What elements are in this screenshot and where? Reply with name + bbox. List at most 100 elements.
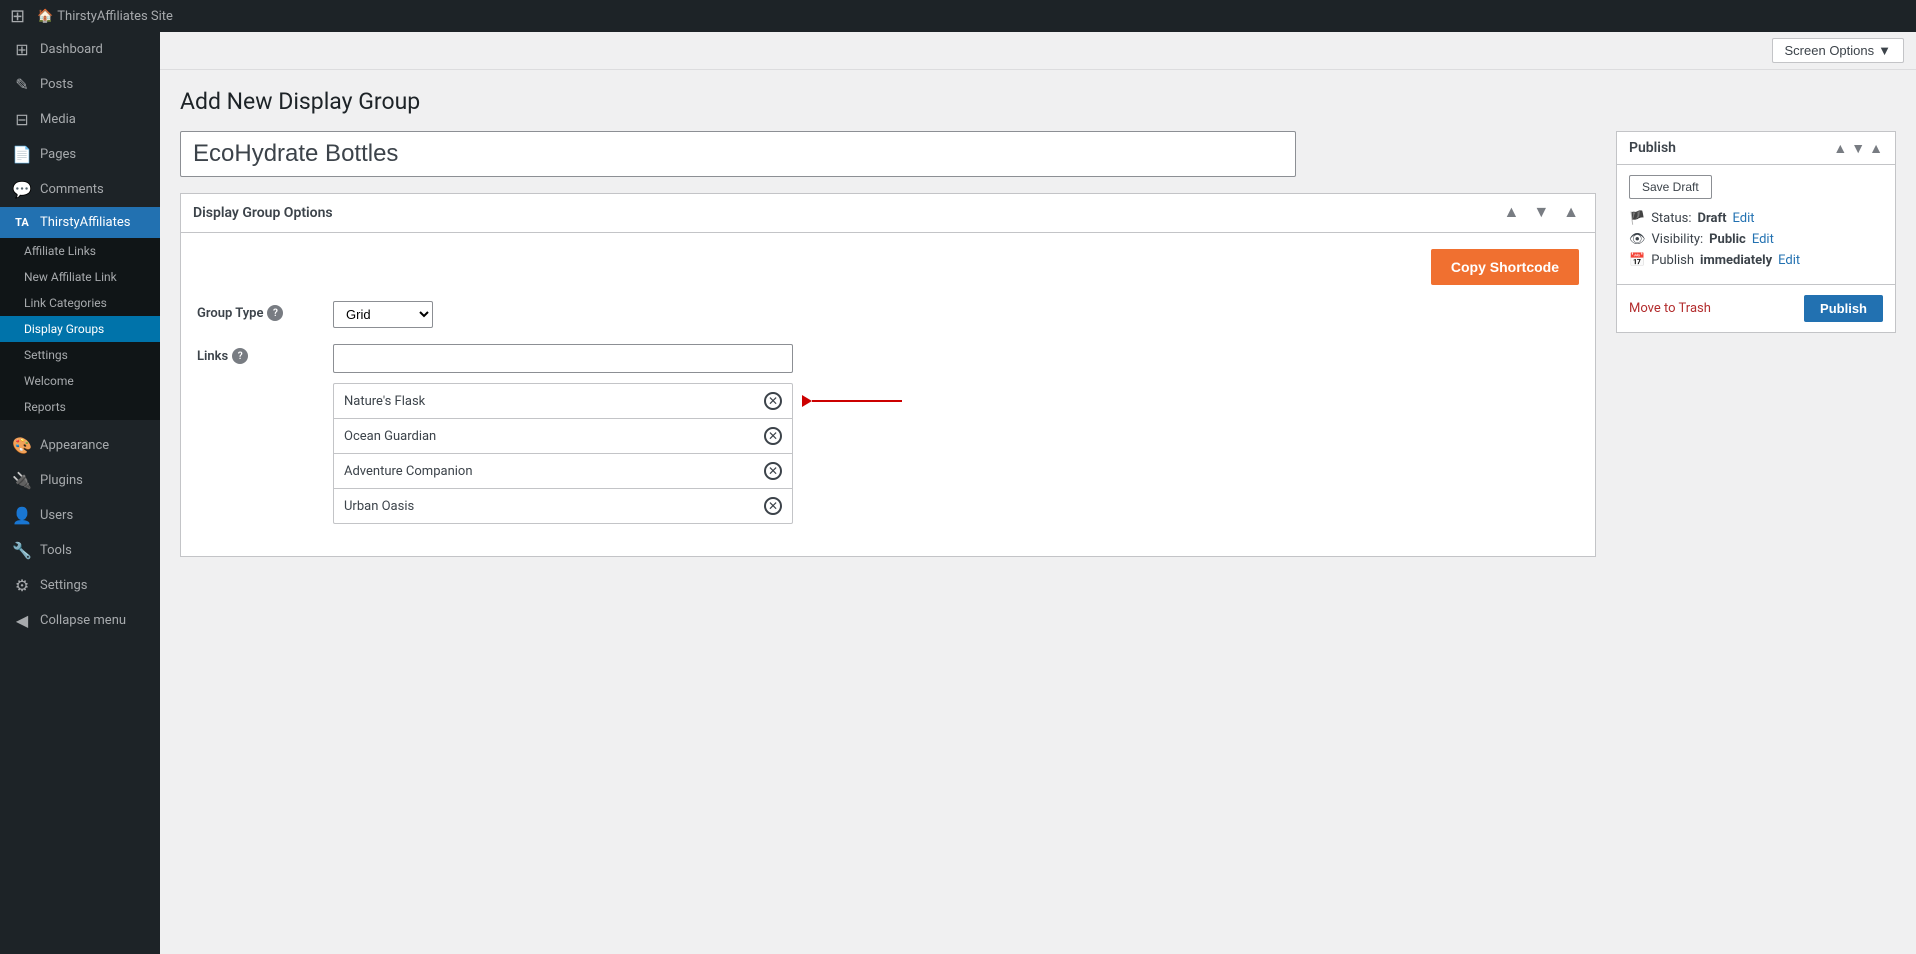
publish-title: Publish (1629, 140, 1676, 156)
sidebar-item-collapse[interactable]: ◀ Collapse menu (0, 603, 160, 638)
screen-options-wrap: Screen Options ▼ (160, 32, 1916, 70)
editor-main: Display Group Options ▲ ▼ ▲ Copy Shortco… (180, 131, 1596, 573)
link-item-remove-button[interactable]: ✕ (764, 462, 782, 480)
visibility-edit-link[interactable]: Edit (1752, 232, 1774, 247)
link-item: Urban Oasis ✕ (333, 488, 793, 524)
tools-icon: 🔧 (12, 541, 32, 560)
remove-icon: ✕ (764, 462, 782, 480)
link-item: Nature's Flask ✕ (333, 383, 793, 419)
links-label: Links ? (197, 344, 317, 364)
sidebar-item-comments[interactable]: 💬 Comments (0, 172, 160, 207)
sidebar-item-settings-bottom[interactable]: ⚙ Settings (0, 568, 160, 603)
metabox-content: Copy Shortcode Group Type ? Grid List (181, 233, 1595, 556)
metabox-header[interactable]: Display Group Options ▲ ▼ ▲ (181, 194, 1595, 233)
site-name-link[interactable]: 🏠 ThirstyAffiliates Site (37, 9, 173, 24)
comments-icon: 💬 (12, 180, 32, 199)
link-item: Adventure Companion ✕ (333, 453, 793, 489)
publish-time-row: 📅 Publish immediately Edit (1629, 253, 1883, 268)
sidebar-item-new-affiliate-link[interactable]: New Affiliate Link (0, 264, 160, 290)
sidebar-item-thirstyaffiliates[interactable]: TA ThirstyAffiliates (0, 207, 160, 238)
copy-shortcode-button[interactable]: Copy Shortcode (1431, 249, 1579, 285)
display-group-options-metabox: Display Group Options ▲ ▼ ▲ Copy Shortco… (180, 193, 1596, 557)
link-item-remove-button[interactable]: ✕ (764, 392, 782, 410)
publish-content: Save Draft 🏴 Status: Draft Edit 👁 Visibi… (1617, 165, 1895, 284)
sidebar-item-posts[interactable]: ✎ Posts (0, 67, 160, 102)
plugins-icon: 🔌 (12, 471, 32, 490)
metabox-expand[interactable]: ▲ (1559, 202, 1583, 224)
dashboard-icon: ⊞ (12, 40, 32, 59)
thirstyaffiliates-submenu: Affiliate Links New Affiliate Link Link … (0, 238, 160, 420)
users-icon: 👤 (12, 506, 32, 525)
group-type-row: Group Type ? Grid List Carousel (197, 301, 1579, 328)
sidebar-item-settings[interactable]: Settings (0, 342, 160, 368)
status-value: Draft (1698, 211, 1727, 226)
sidebar-item-welcome[interactable]: Welcome (0, 368, 160, 394)
publish-footer: Move to Trash Publish (1617, 284, 1895, 332)
collapse-icon: ◀ (12, 611, 32, 630)
metabox-collapse-up[interactable]: ▲ (1499, 202, 1523, 224)
page-content: Add New Display Group Display Group Opti… (180, 88, 1896, 573)
link-item-remove-button[interactable]: ✕ (764, 427, 782, 445)
publish-header-controls: ▲ ▼ ▲ (1833, 140, 1883, 156)
main-wrap: Screen Options ▼ Add New Display Group D… (160, 32, 1916, 954)
post-title-input[interactable] (180, 131, 1296, 177)
links-control: Nature's Flask ✕ (333, 344, 1579, 524)
sidebar-item-appearance[interactable]: 🎨 Appearance (0, 428, 160, 463)
publish-time-value: immediately (1700, 253, 1772, 268)
metabox-title: Display Group Options (193, 205, 333, 221)
sidebar-item-plugins[interactable]: 🔌 Plugins (0, 463, 160, 498)
publish-button[interactable]: Publish (1804, 295, 1883, 322)
sidebar-item-reports[interactable]: Reports (0, 394, 160, 420)
link-item-name: Ocean Guardian (344, 429, 436, 444)
group-type-control: Grid List Carousel (333, 301, 1579, 328)
status-edit-link[interactable]: Edit (1733, 211, 1755, 226)
publish-expand[interactable]: ▲ (1869, 140, 1883, 156)
sidebar-item-pages[interactable]: 📄 Pages (0, 137, 160, 172)
publish-collapse-down[interactable]: ▼ (1851, 140, 1865, 156)
publish-collapse-up[interactable]: ▲ (1833, 140, 1847, 156)
page-title: Add New Display Group (180, 88, 1896, 115)
screen-options-button[interactable]: Screen Options ▼ (1772, 38, 1904, 63)
arrow-annotation (803, 395, 902, 407)
link-item-name: Urban Oasis (344, 499, 414, 514)
media-icon: ⊟ (12, 110, 32, 129)
remove-icon: ✕ (764, 427, 782, 445)
settings-icon: ⚙ (12, 576, 32, 595)
editor-sidebar: Publish ▲ ▼ ▲ Save Draft 🏴 Status: (1616, 131, 1896, 333)
sidebar-item-media[interactable]: ⊟ Media (0, 102, 160, 137)
publish-status-row: 🏴 Status: Draft Edit (1629, 211, 1883, 226)
move-to-trash-link[interactable]: Move to Trash (1629, 301, 1711, 316)
remove-icon: ✕ (764, 392, 782, 410)
wp-logo[interactable]: ⊞ (10, 6, 25, 27)
links-row: Links ? Nature's Flask (197, 344, 1579, 524)
publish-visibility-row: 👁 Visibility: Public Edit (1629, 232, 1883, 247)
metabox-collapse-down[interactable]: ▼ (1529, 202, 1553, 224)
visibility-eye-icon: 👁 (1629, 232, 1646, 247)
publish-header: Publish ▲ ▼ ▲ (1617, 132, 1895, 165)
link-item: Ocean Guardian ✕ (333, 418, 793, 454)
remove-icon: ✕ (764, 497, 782, 515)
link-item-name: Adventure Companion (344, 464, 473, 479)
ta-icon: TA (12, 216, 32, 229)
save-draft-button[interactable]: Save Draft (1629, 175, 1712, 199)
link-item-name: Nature's Flask (344, 394, 425, 409)
metabox-controls: ▲ ▼ ▲ (1499, 202, 1583, 224)
links-help-icon[interactable]: ? (232, 348, 248, 364)
sidebar-item-users[interactable]: 👤 Users (0, 498, 160, 533)
link-item-remove-button[interactable]: ✕ (764, 497, 782, 515)
status-flag-icon: 🏴 (1629, 211, 1645, 226)
visibility-value: Public (1709, 232, 1746, 247)
group-type-select[interactable]: Grid List Carousel (333, 301, 433, 328)
sidebar-item-display-groups[interactable]: Display Groups (0, 316, 160, 342)
group-type-help-icon[interactable]: ? (267, 305, 283, 321)
links-search-input[interactable] (333, 344, 793, 373)
sidebar-item-dashboard[interactable]: ⊞ Dashboard (0, 32, 160, 67)
pages-icon: 📄 (12, 145, 32, 164)
editor-layout: Display Group Options ▲ ▼ ▲ Copy Shortco… (180, 131, 1896, 573)
sidebar-item-link-categories[interactable]: Link Categories (0, 290, 160, 316)
sidebar-item-affiliate-links[interactable]: Affiliate Links (0, 238, 160, 264)
sidebar: ⊞ Dashboard ✎ Posts ⊟ Media 📄 Pages 💬 Co… (0, 32, 160, 954)
sidebar-item-tools[interactable]: 🔧 Tools (0, 533, 160, 568)
publish-time-edit-link[interactable]: Edit (1778, 253, 1800, 268)
link-items-list: Nature's Flask ✕ (333, 383, 793, 524)
